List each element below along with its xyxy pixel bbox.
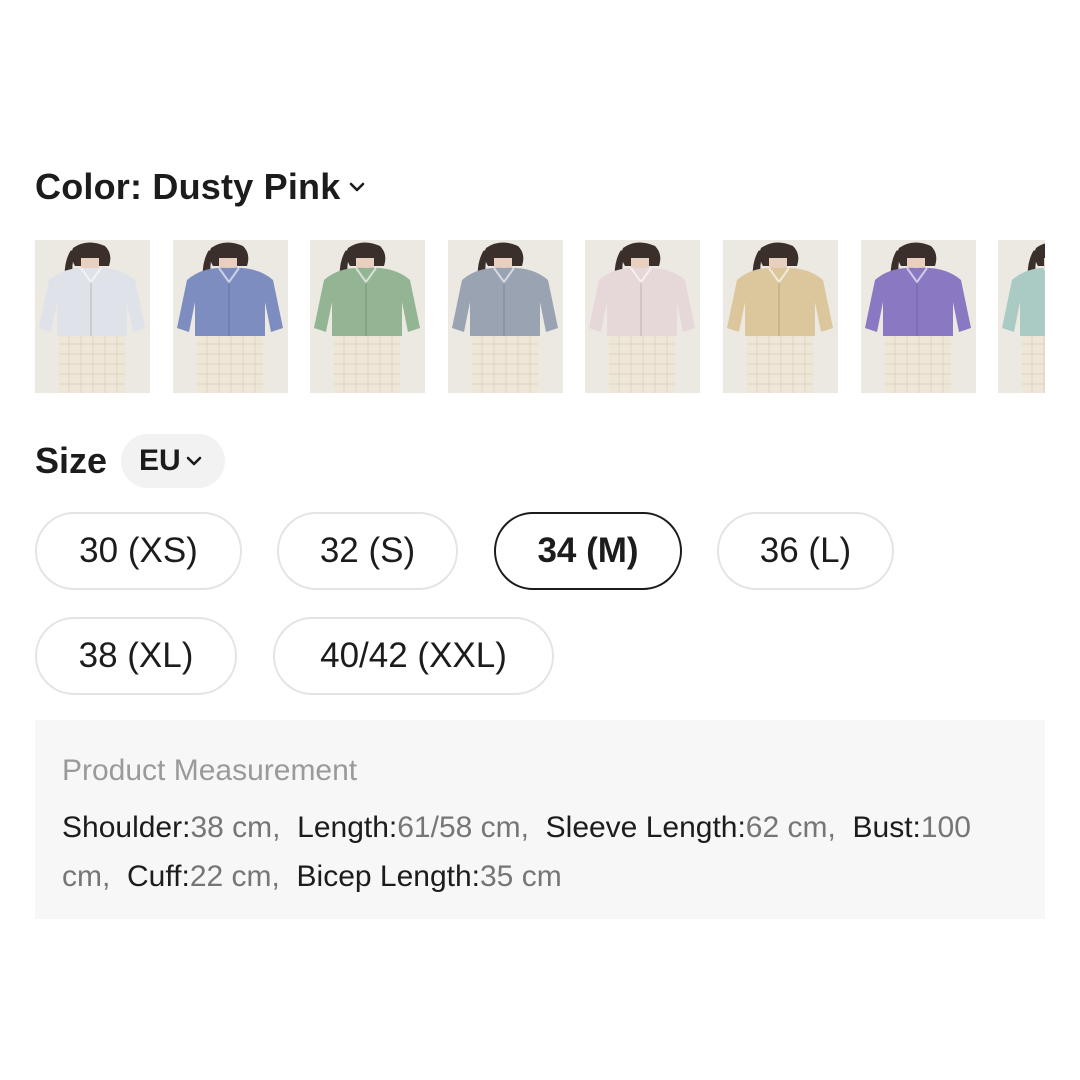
color-swatch-list [35,240,1045,393]
measurement-value: 22 cm, [189,860,280,893]
chevron-down-icon [186,456,202,466]
measurement-key: Bicep Length: [296,860,480,893]
product-photo [998,240,1045,393]
size-option[interactable]: 32 (S) [277,512,458,590]
measurement-value: 38 cm, [190,811,281,844]
measurement-value: 62 cm, [745,811,836,844]
size-unit-dropdown[interactable]: EU [121,434,225,488]
product-photo [448,240,563,393]
size-option[interactable]: 34 (M) [494,512,682,590]
product-photo [723,240,838,393]
measurement-title: Product Measurement [62,754,358,787]
size-option[interactable]: 30 (XS) [35,512,242,590]
size-unit-label: EU [139,444,181,477]
product-photo [861,240,976,393]
size-title: Size [35,440,108,481]
measurement-value: 35 cm [480,860,562,893]
measurement-key: Sleeve Length: [545,811,746,844]
color-label: Color: Dusty Pink [35,166,341,207]
size-option[interactable]: 40/42 (XXL) [273,617,554,695]
chevron-down-icon [350,182,365,192]
product-photo [173,240,288,393]
color-swatch-white[interactable] [35,240,150,393]
measurement-list: Shoulder:38 cm, Length:61/58 cm, Sleeve … [62,803,1017,901]
color-swatch-purple[interactable] [861,240,976,393]
product-photo [310,240,425,393]
product-photo [35,240,150,393]
color-swatch-gray-blue[interactable] [448,240,563,393]
size-option[interactable]: 38 (XL) [35,617,237,695]
color-swatch-mint[interactable] [998,240,1045,393]
color-swatch-green[interactable] [310,240,425,393]
product-measurement-panel: Product Measurement Shoulder:38 cm, Leng… [35,720,1045,919]
measurement-key: Cuff: [127,860,190,893]
size-option[interactable]: 36 (L) [717,512,894,590]
product-photo [585,240,700,393]
measurement-value: 61/58 cm, [397,811,529,844]
color-selector-header[interactable]: Color: Dusty Pink [35,166,366,208]
measurement-key: Shoulder: [62,811,191,844]
measurement-key: Bust: [852,811,921,844]
color-swatch-beige[interactable] [723,240,838,393]
measurement-key: Length: [297,811,398,844]
color-swatch-dusty-pink[interactable] [585,240,700,393]
color-swatch-blue[interactable] [173,240,288,393]
